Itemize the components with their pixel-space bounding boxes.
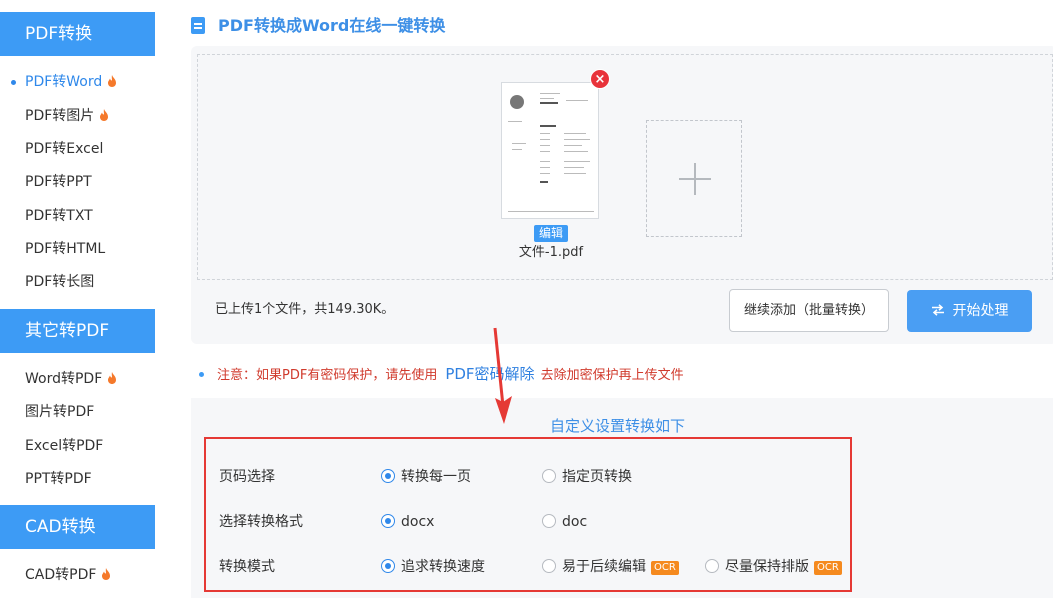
ocr-badge: OCR — [651, 561, 679, 575]
sidebar-item-pdf-to-word[interactable]: PDF转Word — [11, 72, 117, 92]
fire-icon — [108, 372, 117, 384]
sidebar-item-pdf-to-ppt[interactable]: PDF转PPT — [25, 172, 92, 192]
radio-unchecked — [542, 559, 556, 573]
settings-highlight-box: 页码选择 转换每一页 指定页转换 选择转换格式 docx doc 转换模式 追求… — [204, 437, 852, 592]
sidebar-section-pdf-convert[interactable]: PDF转换 — [0, 12, 155, 56]
swap-icon — [931, 304, 944, 316]
notice-dot — [199, 372, 204, 377]
conversion-mode-label: 转换模式 — [219, 559, 275, 575]
sidebar-item-pdf-to-excel[interactable]: PDF转Excel — [25, 139, 103, 159]
settings-panel: 自定义设置转换如下 页码选择 转换每一页 指定页转换 选择转换格式 docx d… — [191, 398, 1053, 598]
option-speed-priority[interactable]: 追求转换速度 — [381, 557, 485, 577]
option-easy-editing[interactable]: 易于后续编辑 OCR — [542, 557, 679, 577]
radio-checked — [381, 559, 395, 573]
sidebar-item-excel-to-pdf[interactable]: Excel转PDF — [25, 436, 103, 456]
sidebar-item-pdf-to-image[interactable]: PDF转图片 — [25, 106, 109, 126]
sidebar-section-other-to-pdf[interactable]: 其它转PDF — [0, 309, 155, 353]
continue-add-button[interactable]: 继续添加（批量转换） — [729, 289, 889, 332]
radio-unchecked — [542, 469, 556, 483]
settings-title: 自定义设置转换如下 — [550, 417, 686, 435]
fire-icon — [102, 568, 111, 580]
file-drop-zone[interactable]: × 编辑 文件-1.pdf — [197, 54, 1053, 280]
sidebar-item-word-to-pdf[interactable]: Word转PDF — [25, 369, 117, 389]
remove-file-button[interactable]: × — [590, 69, 610, 89]
upload-panel: × 编辑 文件-1.pdf 已上传1个文件，共149.30K。 继续添加（批量转… — [191, 46, 1053, 344]
option-specify-pages[interactable]: 指定页转换 — [542, 467, 632, 487]
password-notice: 注意：如果PDF有密码保护，请先使用 PDF密码解除 去除加密保护再上传文件 — [199, 364, 684, 386]
page-title: PDF转换成Word在线一键转换 — [218, 16, 446, 35]
file-name: 文件-1.pdf — [518, 245, 584, 260]
ocr-badge: OCR — [814, 561, 842, 575]
output-format-label: 选择转换格式 — [219, 514, 303, 530]
resume-photo — [510, 95, 524, 109]
active-dot — [11, 80, 16, 85]
page-selection-label: 页码选择 — [219, 469, 275, 485]
add-file-button[interactable] — [646, 120, 742, 237]
sidebar-item-pdf-to-html[interactable]: PDF转HTML — [25, 239, 105, 259]
sidebar: PDF转换 PDF转Word PDF转图片 PDF转Excel PDF转PPT … — [0, 0, 160, 598]
sidebar-item-image-to-pdf[interactable]: 图片转PDF — [25, 402, 94, 422]
radio-checked — [381, 469, 395, 483]
sidebar-section-cad-convert[interactable]: CAD转换 — [0, 505, 155, 549]
edit-button[interactable]: 编辑 — [534, 225, 568, 242]
fire-icon — [108, 75, 117, 87]
radio-unchecked — [705, 559, 719, 573]
sidebar-item-pdf-to-long-image[interactable]: PDF转长图 — [25, 272, 94, 292]
red-arrow-annotation — [493, 327, 512, 424]
sidebar-item-pdf-to-txt[interactable]: PDF转TXT — [25, 206, 93, 226]
sidebar-item-ppt-to-pdf[interactable]: PPT转PDF — [25, 469, 92, 489]
fire-icon — [100, 109, 109, 121]
radio-unchecked — [542, 514, 556, 528]
start-processing-button[interactable]: 开始处理 — [907, 290, 1032, 332]
option-doc[interactable]: doc — [542, 512, 587, 532]
file-thumbnail[interactable] — [501, 82, 599, 219]
document-icon — [191, 17, 205, 34]
option-convert-every-page[interactable]: 转换每一页 — [381, 467, 471, 487]
upload-status: 已上传1个文件，共149.30K。 — [215, 302, 395, 317]
sidebar-item-cad-to-pdf[interactable]: CAD转PDF — [25, 565, 111, 585]
option-keep-layout[interactable]: 尽量保持排版 OCR — [705, 557, 842, 577]
option-docx[interactable]: docx — [381, 512, 434, 532]
radio-checked — [381, 514, 395, 528]
